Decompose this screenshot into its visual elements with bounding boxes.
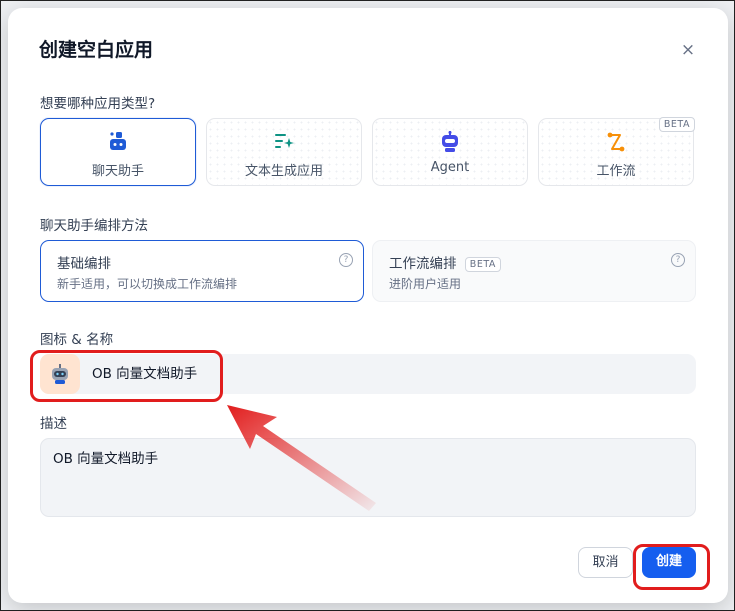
annotation-arrow [227,405,376,511]
screenshot-frame: 创建空白应用 × 想要哪种应用类型? 聊天助手 文本生成应用 Agent 工作流… [0,0,735,611]
arrow-shape [227,405,376,511]
